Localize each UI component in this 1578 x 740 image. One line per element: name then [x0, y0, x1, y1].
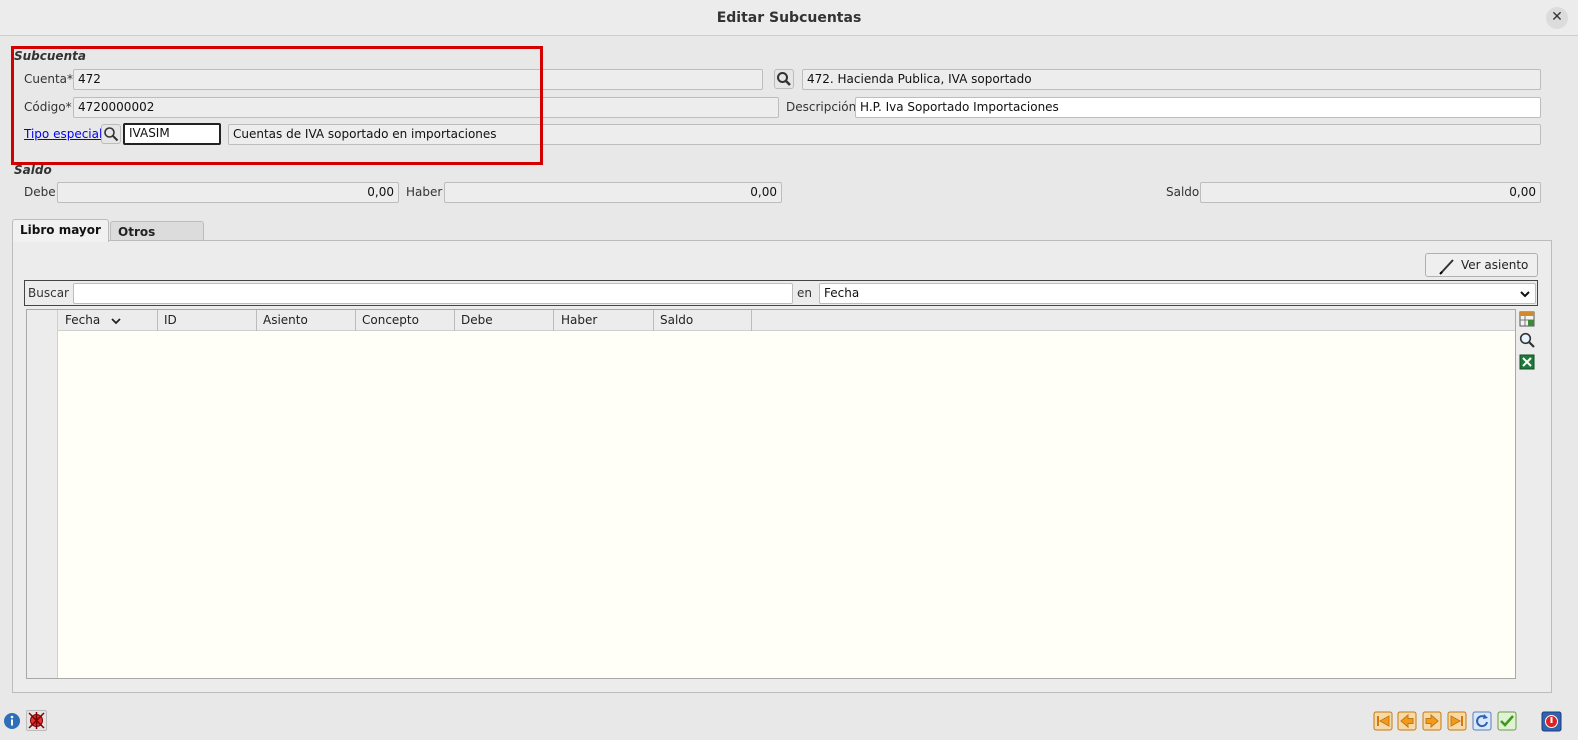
table-row-header	[27, 310, 58, 678]
previous-record-icon	[1397, 711, 1417, 731]
buscar-input[interactable]	[73, 283, 793, 304]
column-header-asiento[interactable]: Asiento	[256, 310, 356, 331]
previous-record-button[interactable]	[1397, 711, 1417, 731]
tab-libro-mayor[interactable]: Libro mayor	[12, 219, 109, 242]
haber-label: Haber	[406, 185, 443, 199]
pen-icon	[1439, 259, 1454, 275]
export-excel-button[interactable]	[1518, 353, 1536, 371]
next-record-icon	[1422, 711, 1442, 731]
first-record-button[interactable]	[1373, 711, 1393, 731]
descripcion-input[interactable]: H.P. Iva Soportado Importaciones	[855, 97, 1541, 118]
column-header-concepto[interactable]: Concepto	[355, 310, 455, 331]
next-record-button[interactable]	[1422, 711, 1442, 731]
column-label: Fecha	[65, 313, 101, 327]
libro-mayor-table[interactable]	[26, 309, 1516, 679]
chevron-down-icon	[1520, 291, 1530, 298]
column-header-id[interactable]: ID	[157, 310, 257, 331]
buscar-label: Buscar	[28, 286, 69, 300]
refresh-button[interactable]	[1472, 711, 1492, 731]
last-record-button[interactable]	[1447, 711, 1467, 731]
en-label: en	[797, 286, 812, 300]
magnifier-icon	[1519, 332, 1535, 348]
saldo-label: Saldo	[1166, 185, 1200, 199]
refresh-icon	[1472, 711, 1492, 731]
haber-field: 0,00	[444, 182, 782, 203]
magnifier-icon	[777, 72, 791, 86]
highlight-box	[11, 46, 543, 165]
accept-icon	[1497, 711, 1517, 731]
table-search-button[interactable]	[1518, 331, 1536, 349]
info-icon	[4, 713, 20, 729]
close-icon: ✕	[1551, 9, 1563, 25]
window-title: Editar Subcuentas	[716, 10, 862, 26]
close-button[interactable]: ✕	[1546, 7, 1568, 29]
debe-label: Debe	[24, 185, 56, 199]
column-header-debe[interactable]: Debe	[454, 310, 554, 331]
column-header-fecha[interactable]: Fecha	[58, 310, 158, 331]
ver-asiento-label: Ver asiento	[1461, 258, 1529, 272]
en-select-value: Fecha	[824, 286, 860, 300]
exit-icon	[1541, 711, 1562, 732]
cuenta-description-field: 472. Hacienda Publica, IVA soportado	[802, 69, 1541, 90]
last-record-icon	[1447, 711, 1467, 731]
sort-descending-icon	[111, 318, 121, 325]
bug-icon	[28, 712, 45, 729]
accept-button[interactable]	[1497, 711, 1517, 731]
en-select[interactable]: Fecha	[819, 283, 1536, 304]
column-header-saldo[interactable]: Saldo	[653, 310, 752, 331]
info-button[interactable]	[3, 712, 21, 730]
ver-asiento-button[interactable]: Ver asiento	[1425, 253, 1538, 277]
debug-button[interactable]	[26, 710, 47, 731]
first-record-icon	[1373, 711, 1393, 731]
debe-field: 0,00	[57, 182, 399, 203]
excel-icon	[1519, 354, 1535, 370]
descripcion-label: Descripción	[786, 100, 857, 114]
exit-button[interactable]	[1541, 711, 1562, 732]
cuenta-search-button[interactable]	[774, 69, 794, 89]
table-settings-icon	[1519, 311, 1535, 327]
column-header-haber[interactable]: Haber	[554, 310, 654, 331]
column-config-button[interactable]	[1518, 310, 1536, 328]
saldo-section-title: Saldo	[14, 163, 52, 177]
saldo-field: 0,00	[1200, 182, 1541, 203]
